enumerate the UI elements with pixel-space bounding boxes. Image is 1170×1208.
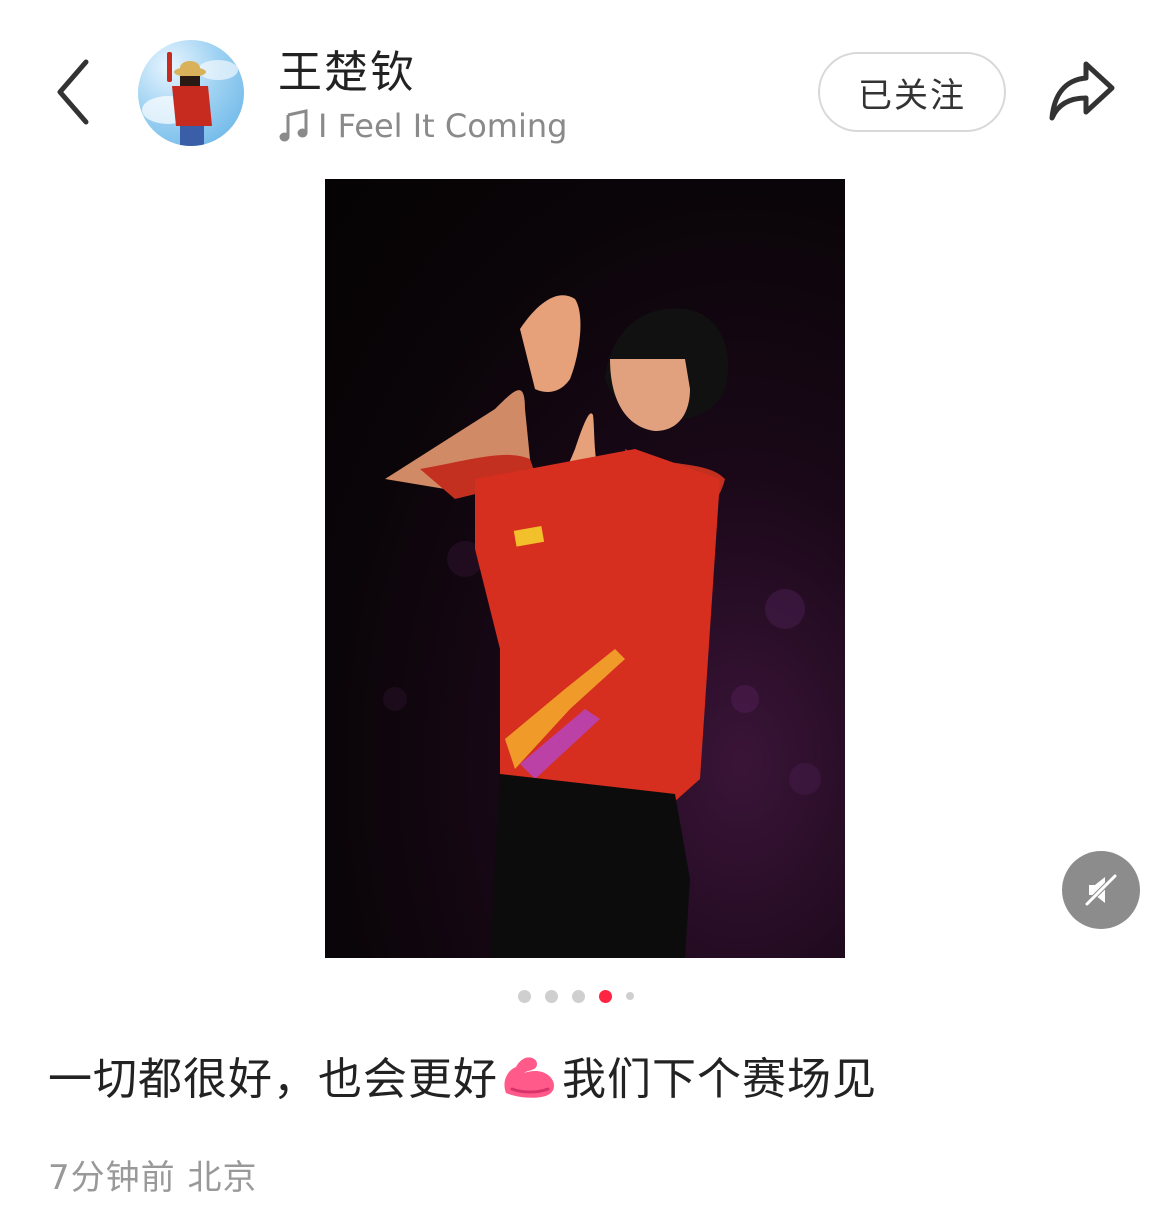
back-button[interactable]	[52, 56, 96, 128]
post-caption: 一切都很好，也会更好 我们下个赛场见	[48, 1043, 877, 1107]
pagination-dot[interactable]	[626, 992, 634, 1000]
avatar-figure-image	[142, 52, 238, 146]
pagination-dot[interactable]	[572, 989, 585, 1003]
player-photo	[383, 295, 821, 958]
caption-text: 一切都很好，也会更好	[48, 1054, 498, 1105]
pagination-dot-active[interactable]	[599, 989, 612, 1003]
author-name[interactable]: 王楚钦	[278, 36, 416, 100]
pagination-dot[interactable]	[518, 989, 531, 1003]
mute-button[interactable]	[1062, 851, 1140, 929]
author-avatar[interactable]	[138, 40, 244, 146]
share-button[interactable]	[1046, 56, 1118, 126]
image-pagination	[518, 989, 648, 1003]
pagination-dot[interactable]	[545, 989, 558, 1003]
sound-off-icon	[1084, 873, 1118, 907]
post-time: 7分钟前	[48, 1158, 176, 1198]
caption-text: 我们下个赛场见	[562, 1054, 877, 1105]
post-location: 北京	[187, 1158, 258, 1198]
chevron-left-icon	[57, 59, 89, 125]
music-tag[interactable]: I Feel It Coming	[278, 106, 567, 146]
music-note-icon	[279, 109, 308, 142]
music-title: I Feel It Coming	[318, 107, 568, 145]
share-arrow-icon	[1049, 61, 1115, 121]
post-meta: 7分钟前 北京	[48, 1150, 257, 1199]
follow-button[interactable]: 已关注	[818, 52, 1006, 132]
post-image[interactable]	[325, 179, 845, 958]
flexed-biceps-emoji	[504, 1057, 554, 1098]
